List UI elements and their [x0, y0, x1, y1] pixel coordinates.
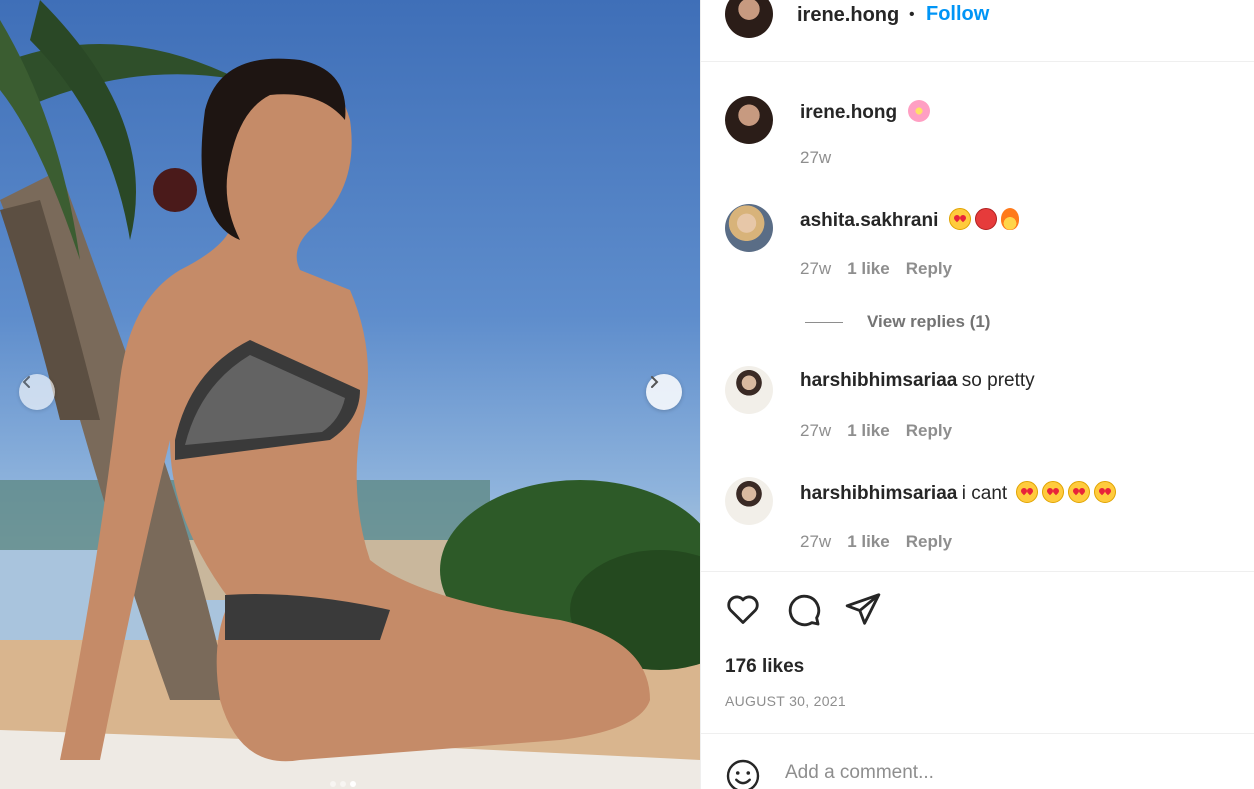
follow-button[interactable]: Follow: [926, 3, 989, 26]
caption-meta: 27w: [800, 148, 831, 168]
heart-eyes-icon: [948, 208, 971, 230]
post-photo: [0, 0, 700, 789]
avatar[interactable]: [725, 477, 773, 525]
comment-line: ashita.sakhrani: [800, 208, 1023, 232]
comment-username[interactable]: harshibhimsariaa: [800, 370, 957, 391]
heart-eyes-icon: [1067, 481, 1090, 503]
comment-icon[interactable]: [784, 590, 822, 628]
post-sidebar: irene.hong • Follow irene.hong 27w ashit…: [700, 0, 1254, 789]
share-icon[interactable]: [844, 590, 882, 628]
comment-username[interactable]: harshibhimsariaa: [800, 483, 957, 504]
beach-photo-illustration: [0, 0, 700, 789]
chevron-left-icon: [22, 376, 30, 388]
comment-meta: 27w 1 like Reply: [800, 532, 952, 552]
chevron-right-icon: [651, 376, 659, 388]
avatar[interactable]: [725, 0, 773, 38]
comment-text: so pretty: [961, 370, 1035, 391]
comment-likes[interactable]: 1 like: [847, 259, 890, 279]
view-replies-button[interactable]: View replies (1): [805, 312, 990, 332]
carousel-indicator: [330, 781, 356, 787]
actions-divider: [701, 571, 1254, 572]
comment-time[interactable]: 27w: [800, 259, 831, 279]
cherry-blossom-icon: [907, 100, 930, 122]
header-username[interactable]: irene.hong: [797, 4, 899, 27]
separator-dot: •: [909, 6, 915, 23]
comment-time[interactable]: 27w: [800, 421, 831, 441]
heart-eyes-icon: [1041, 481, 1064, 503]
heart-eyes-icon: [1093, 481, 1116, 503]
fire-icon: [1000, 208, 1019, 230]
previous-slide-button[interactable]: [19, 374, 55, 410]
avatar[interactable]: [725, 96, 773, 144]
post-header: irene.hong • Follow: [701, 0, 1254, 62]
comment-meta: 27w 1 like Reply: [800, 421, 952, 441]
comment-likes[interactable]: 1 like: [847, 421, 890, 441]
comment-line: harshibhimsariaa i cant: [800, 481, 1120, 505]
comment-line: harshibhimsariaa so pretty: [800, 370, 1035, 392]
caption-line: irene.hong: [800, 100, 934, 124]
carousel-dot: [340, 781, 346, 787]
caption-time[interactable]: 27w: [800, 148, 831, 168]
comment-likes[interactable]: 1 like: [847, 532, 890, 552]
next-slide-button[interactable]: [646, 374, 682, 410]
reply-button[interactable]: Reply: [906, 532, 952, 552]
comment-username[interactable]: ashita.sakhrani: [800, 210, 938, 231]
divider: [805, 321, 843, 323]
caption-username[interactable]: irene.hong: [800, 102, 897, 123]
smile-icon[interactable]: [725, 758, 761, 789]
avatar[interactable]: [725, 204, 773, 252]
reply-button[interactable]: Reply: [906, 259, 952, 279]
heart-icon[interactable]: [724, 590, 762, 628]
comment-text: i cant: [961, 483, 1008, 504]
carousel-dot: [330, 781, 336, 787]
hot-face-icon: [974, 208, 997, 230]
post-date[interactable]: AUGUST 30, 2021: [725, 693, 846, 709]
avatar[interactable]: [725, 366, 773, 414]
comment-meta: 27w 1 like Reply: [800, 259, 952, 279]
view-replies-label: View replies (1): [867, 312, 991, 331]
reply-button[interactable]: Reply: [906, 421, 952, 441]
heart-eyes-icon: [1015, 481, 1038, 503]
carousel-dot-active: [350, 781, 356, 787]
comment-time[interactable]: 27w: [800, 532, 831, 552]
add-comment-bar: [701, 733, 1254, 789]
likes-count[interactable]: 176 likes: [725, 656, 804, 678]
add-comment-input[interactable]: [785, 762, 1225, 784]
